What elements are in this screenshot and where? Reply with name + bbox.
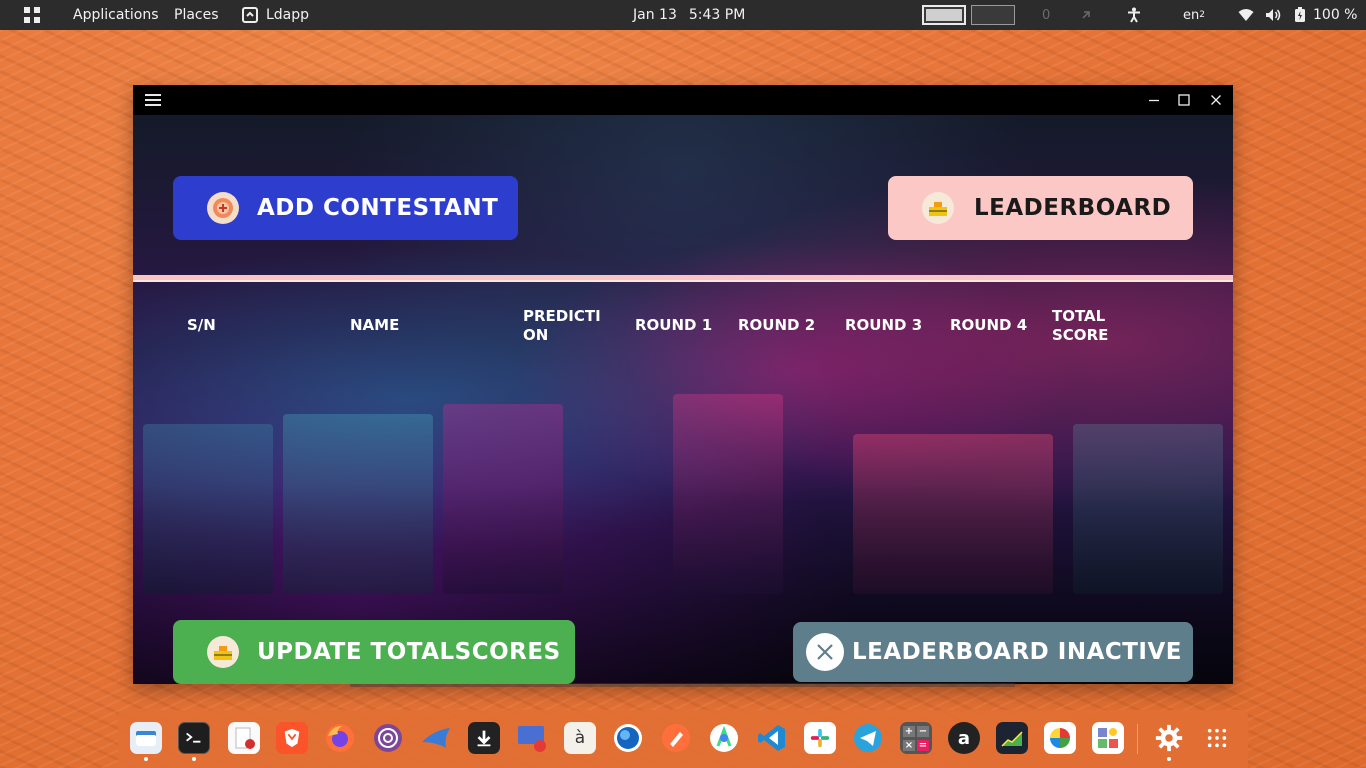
wifi-icon[interactable] <box>1238 0 1254 30</box>
leaderboard-button[interactable]: LEADERBOARD <box>888 176 1193 240</box>
terminal-icon[interactable] <box>178 722 210 754</box>
column-header: ROUND 1 <box>635 316 713 334</box>
target-icon <box>207 192 239 224</box>
ldapp-window: ADD CONTESTANT LEADERBOARD S/N NAME PRED… <box>133 85 1233 684</box>
tor-browser-icon[interactable] <box>372 722 404 754</box>
workspace-1[interactable] <box>922 5 966 25</box>
notification-count: 0 <box>1042 7 1051 23</box>
places-menu[interactable]: Places <box>174 0 219 30</box>
minimize-icon[interactable] <box>1147 93 1161 107</box>
amazon-icon[interactable]: a <box>948 722 980 754</box>
column-header: PREDICTION <box>523 307 601 344</box>
show-apps-icon[interactable] <box>1201 722 1233 754</box>
hamburger-menu-icon[interactable] <box>145 94 161 106</box>
column-header: S/N <box>187 316 216 334</box>
clock[interactable]: Jan 13 5:43 PM <box>633 0 745 30</box>
table-header: S/N NAME PREDICTION ROUND 1 ROUND 2 ROUN… <box>133 307 1233 347</box>
podium-icon <box>207 636 239 668</box>
maximize-icon[interactable] <box>1177 93 1191 107</box>
calculator-icon[interactable]: + − × = <box>900 722 932 754</box>
close-circle-icon <box>806 633 844 671</box>
active-app-menu[interactable]: Ldapp <box>242 0 309 30</box>
clock-time: 5:43 PM <box>688 7 746 23</box>
leaderboard-label: LEADERBOARD <box>974 195 1172 221</box>
emoji-app-icon[interactable] <box>1092 722 1124 754</box>
amazon-letter: a <box>957 727 971 749</box>
workspace-2[interactable] <box>971 5 1015 25</box>
globe-app-icon[interactable] <box>612 722 644 754</box>
update-totalscores-button[interactable]: UPDATE TOTALSCORES <box>173 620 575 684</box>
slack-icon[interactable] <box>804 722 836 754</box>
telegram-icon[interactable] <box>852 722 884 754</box>
settings-icon[interactable] <box>1153 722 1185 754</box>
battery-icon[interactable] <box>1294 0 1306 30</box>
files-icon[interactable] <box>130 722 162 754</box>
active-app-label: Ldapp <box>266 7 310 23</box>
layout-index: 2 <box>1199 10 1205 20</box>
top-panel: Applications Places Ldapp Jan 13 5:43 PM… <box>0 0 1366 30</box>
character-map-icon[interactable]: à <box>564 722 596 754</box>
column-header: ROUND 2 <box>738 316 816 334</box>
leaderboard-inactive-button[interactable]: LEADERBOARD INACTIVE <box>793 622 1193 682</box>
arcade-background: ADD CONTESTANT LEADERBOARD S/N NAME PRED… <box>133 115 1233 684</box>
ldapp-icon <box>242 7 258 23</box>
calc-key: × <box>903 739 915 751</box>
volume-icon[interactable] <box>1265 0 1281 30</box>
layout-label: en <box>1183 7 1200 23</box>
calc-key: = <box>917 739 929 751</box>
color-picker-icon[interactable] <box>1044 722 1076 754</box>
clock-date: Jan 13 <box>633 7 677 23</box>
add-contestant-button[interactable]: ADD CONTESTANT <box>173 176 518 240</box>
battery-percent: 100 % <box>1313 7 1358 23</box>
accessibility-icon[interactable] <box>1126 0 1142 30</box>
section-divider <box>133 275 1233 282</box>
applications-menu[interactable]: Applications <box>73 0 159 30</box>
add-contestant-label: ADD CONTESTANT <box>257 195 499 221</box>
screen-recorder-icon[interactable] <box>516 722 548 754</box>
activities-grid-icon[interactable] <box>24 0 42 30</box>
pen-app-icon[interactable] <box>660 722 692 754</box>
system-monitor-icon[interactable] <box>996 722 1028 754</box>
calc-key: + <box>903 725 915 737</box>
column-header: ROUND 3 <box>845 316 923 334</box>
close-icon[interactable] <box>1209 93 1223 107</box>
column-header: TOTAL SCORE <box>1052 307 1109 344</box>
link-icon <box>1079 0 1093 30</box>
column-header: NAME <box>350 316 400 334</box>
vscode-icon[interactable] <box>756 722 788 754</box>
text-editor-icon[interactable] <box>228 722 260 754</box>
firefox-icon[interactable] <box>324 722 356 754</box>
android-studio-icon[interactable] <box>708 722 740 754</box>
column-header: ROUND 4 <box>950 316 1028 334</box>
podium-icon <box>922 192 954 224</box>
dock: à + − × = a <box>118 710 1248 768</box>
shark-app-icon[interactable] <box>420 722 452 754</box>
download-manager-icon[interactable] <box>468 722 500 754</box>
calc-key: − <box>917 725 929 737</box>
brave-icon[interactable] <box>276 722 308 754</box>
update-totalscores-label: UPDATE TOTALSCORES <box>257 639 561 665</box>
keyboard-layout[interactable]: en 2 <box>1183 0 1205 30</box>
dock-separator <box>1137 724 1138 754</box>
window-titlebar[interactable] <box>133 85 1233 115</box>
leaderboard-inactive-label: LEADERBOARD INACTIVE <box>852 639 1183 665</box>
